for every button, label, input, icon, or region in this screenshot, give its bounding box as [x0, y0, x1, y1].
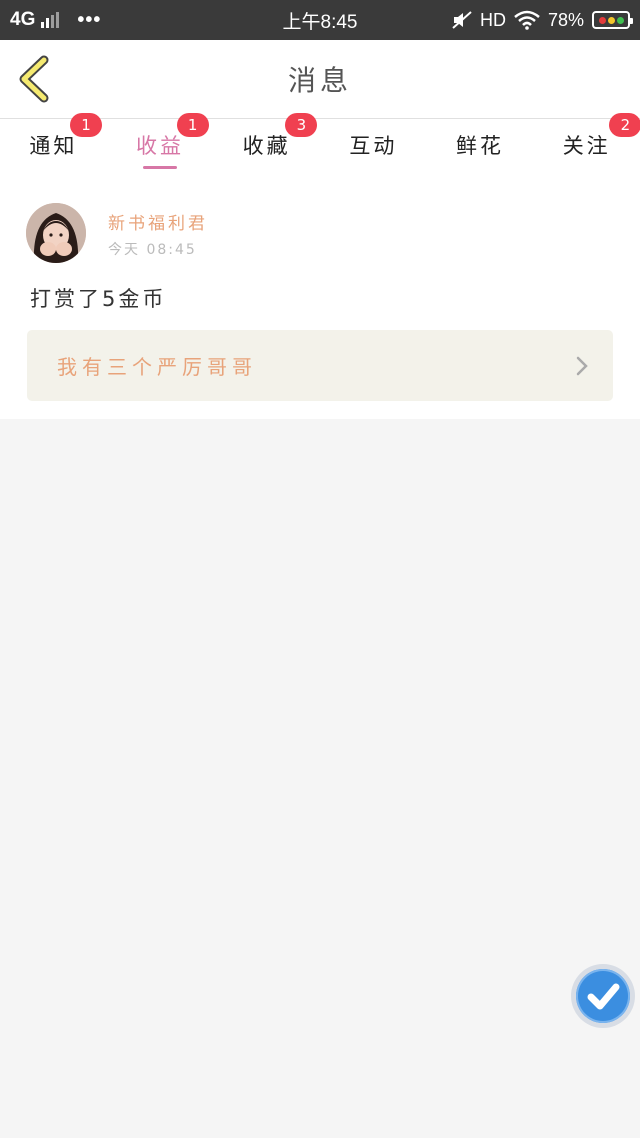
wifi-icon	[514, 10, 540, 30]
active-tab-indicator	[143, 166, 177, 169]
message-item: 新书福利君 今天 08:45 打赏了5金币 我有三个严厉哥哥	[0, 171, 640, 419]
mute-icon	[452, 11, 472, 29]
sender-name[interactable]: 新书福利君	[108, 209, 208, 234]
page-title: 消息	[287, 64, 352, 97]
tab-label: 收藏	[242, 134, 291, 158]
tab-label: 鲜花	[456, 134, 505, 158]
unread-badge: 2	[609, 113, 640, 137]
book-link[interactable]: 我有三个严厉哥哥	[27, 330, 613, 401]
unread-badge: 1	[70, 113, 102, 137]
tab-label: 互动	[349, 134, 398, 158]
book-title: 我有三个严厉哥哥	[57, 355, 257, 379]
message-text: 打赏了5金币	[30, 287, 167, 311]
chevron-right-icon	[576, 356, 588, 376]
status-right: HD 78%	[452, 0, 633, 40]
tab-label: 关注	[562, 134, 611, 158]
tab-notifications[interactable]: 通知 1	[0, 113, 107, 171]
tab-bar: 通知 1 收益 1 收藏 3 互动 鲜花 关注 2	[0, 113, 640, 171]
tab-flowers[interactable]: 鲜花	[427, 119, 534, 171]
check-icon	[587, 983, 620, 1010]
tab-earnings[interactable]: 收益 1	[107, 113, 214, 171]
battery-percent: 78%	[547, 9, 584, 30]
tab-interactions[interactable]: 互动	[320, 119, 427, 171]
avatar-photo	[26, 203, 86, 263]
tab-label: 通知	[29, 134, 78, 158]
status-bar: 4G ••• 上午8:45 HD 78%	[0, 0, 640, 40]
message-time: 今天 08:45	[108, 242, 197, 258]
tab-favorites[interactable]: 收藏 3	[213, 113, 320, 171]
unread-badge: 3	[285, 113, 318, 137]
hd-label: HD	[479, 9, 506, 30]
avatar[interactable]	[26, 203, 86, 263]
floating-button-core	[576, 969, 630, 1023]
battery-icon	[592, 11, 633, 29]
tab-label: 收益	[136, 134, 184, 158]
tab-follows[interactable]: 关注 2	[533, 113, 640, 171]
floating-assist-button[interactable]	[571, 964, 635, 1028]
header: 消息	[0, 40, 640, 119]
unread-badge: 1	[176, 113, 209, 137]
